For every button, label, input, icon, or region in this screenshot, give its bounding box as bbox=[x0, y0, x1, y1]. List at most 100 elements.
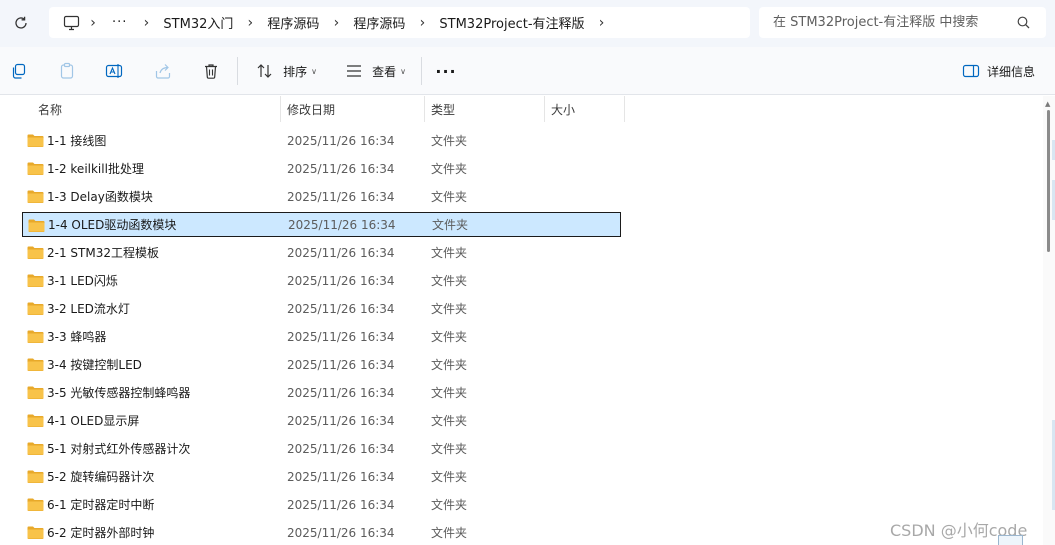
search-box[interactable] bbox=[759, 7, 1046, 38]
folder-icon bbox=[27, 134, 44, 147]
status-view-toggle[interactable] bbox=[998, 535, 1023, 545]
sort-label: 排序 bbox=[283, 64, 308, 79]
file-name: 3-1 LED闪烁 bbox=[47, 274, 118, 288]
search-input[interactable] bbox=[759, 7, 1009, 38]
folder-icon bbox=[27, 358, 44, 371]
file-type: 文件夹 bbox=[431, 302, 468, 316]
file-row[interactable]: 3-3 蜂鸣器 2025/11/26 16:34 文件夹 bbox=[22, 324, 621, 349]
file-row[interactable]: 1-4 OLED驱动函数模块 2025/11/26 16:34 文件夹 bbox=[22, 212, 621, 237]
file-type: 文件夹 bbox=[431, 246, 468, 260]
file-type: 文件夹 bbox=[431, 414, 468, 428]
search-icon[interactable] bbox=[1009, 16, 1037, 29]
breadcrumb-overflow-button[interactable]: ··· bbox=[106, 15, 133, 30]
file-type: 文件夹 bbox=[431, 386, 468, 400]
folder-icon bbox=[27, 386, 44, 399]
file-name: 1-4 OLED驱动函数模块 bbox=[48, 218, 177, 232]
rename-button[interactable] bbox=[103, 59, 127, 83]
breadcrumb-item-current[interactable]: STM32Project-有注释版 bbox=[435, 13, 588, 32]
folder-icon bbox=[27, 274, 44, 287]
file-name: 3-3 蜂鸣器 bbox=[47, 330, 107, 344]
file-name: 5-1 对射式红外传感器计次 bbox=[47, 442, 191, 456]
file-type: 文件夹 bbox=[431, 470, 468, 484]
copy-icon bbox=[12, 63, 26, 79]
file-row[interactable]: 6-1 定时器定时中断 2025/11/26 16:34 文件夹 bbox=[22, 492, 621, 517]
file-modified-date: 2025/11/26 16:34 bbox=[287, 497, 395, 512]
folder-icon bbox=[27, 190, 44, 203]
file-row[interactable]: 1-1 接线图 2025/11/26 16:34 文件夹 bbox=[22, 128, 621, 153]
file-type: 文件夹 bbox=[431, 498, 468, 512]
share-button[interactable] bbox=[151, 59, 175, 83]
more-options-button[interactable]: ··· bbox=[432, 59, 460, 83]
scroll-up-arrow-icon[interactable]: ▲ bbox=[1045, 100, 1050, 108]
file-name: 1-3 Delay函数模块 bbox=[47, 190, 153, 204]
trash-icon bbox=[205, 64, 217, 79]
chevron-right-icon[interactable]: › bbox=[237, 15, 263, 31]
file-name: 3-2 LED流水灯 bbox=[47, 302, 130, 316]
column-header-type[interactable]: 类型 bbox=[431, 96, 541, 122]
file-row[interactable]: 1-3 Delay函数模块 2025/11/26 16:34 文件夹 bbox=[22, 184, 621, 209]
file-row[interactable]: 5-1 对射式红外传感器计次 2025/11/26 16:34 文件夹 bbox=[22, 436, 621, 461]
chevron-right-icon[interactable]: › bbox=[80, 15, 106, 31]
sort-button[interactable]: 排序 ∨ bbox=[252, 59, 318, 83]
file-modified-date: 2025/11/26 16:34 bbox=[287, 329, 395, 344]
file-type: 文件夹 bbox=[431, 162, 468, 176]
address-bar[interactable]: › ··· › STM32入门 › 程序源码 › 程序源码 › STM32Pro… bbox=[49, 7, 750, 38]
share-icon bbox=[155, 64, 171, 79]
file-type: 文件夹 bbox=[431, 358, 468, 372]
chevron-right-icon[interactable]: › bbox=[133, 15, 159, 31]
file-row[interactable]: 1-2 keilkill批处理 2025/11/26 16:34 文件夹 bbox=[22, 156, 621, 181]
details-pane-label: 详细信息 bbox=[986, 64, 1035, 79]
breadcrumb-item[interactable]: 程序源码 bbox=[349, 13, 409, 32]
file-row[interactable]: 4-1 OLED显示屏 2025/11/26 16:34 文件夹 bbox=[22, 408, 621, 433]
scrollbar-thumb[interactable] bbox=[1047, 110, 1050, 252]
this-pc-icon[interactable] bbox=[62, 14, 80, 32]
file-name: 1-2 keilkill批处理 bbox=[47, 162, 144, 176]
file-modified-date: 2025/11/26 16:34 bbox=[287, 189, 395, 204]
refresh-icon bbox=[15, 16, 27, 29]
chevron-down-icon: ∨ bbox=[311, 66, 317, 76]
file-row[interactable]: 6-2 定时器外部时钟 2025/11/26 16:34 文件夹 bbox=[22, 520, 621, 545]
copy-button[interactable] bbox=[7, 59, 31, 83]
column-divider[interactable] bbox=[544, 96, 545, 122]
chevron-right-icon[interactable]: › bbox=[323, 15, 349, 31]
toolbar-divider bbox=[237, 57, 238, 85]
file-row[interactable]: 3-5 光敏传感器控制蜂鸣器 2025/11/26 16:34 文件夹 bbox=[22, 380, 621, 405]
column-header-size[interactable]: 大小 bbox=[551, 96, 621, 122]
file-name: 3-5 光敏传感器控制蜂鸣器 bbox=[47, 386, 191, 400]
file-modified-date: 2025/11/26 16:34 bbox=[288, 217, 396, 232]
file-modified-date: 2025/11/26 16:34 bbox=[287, 385, 395, 400]
column-divider[interactable] bbox=[424, 96, 425, 122]
column-divider[interactable] bbox=[280, 96, 281, 122]
file-row[interactable]: 2-1 STM32工程模板 2025/11/26 16:34 文件夹 bbox=[22, 240, 621, 265]
column-divider[interactable] bbox=[624, 96, 625, 122]
folder-icon bbox=[27, 162, 44, 175]
file-modified-date: 2025/11/26 16:34 bbox=[287, 161, 395, 176]
file-row[interactable]: 3-4 按键控制LED 2025/11/26 16:34 文件夹 bbox=[22, 352, 621, 377]
file-type: 文件夹 bbox=[431, 442, 468, 456]
delete-button[interactable] bbox=[199, 59, 223, 83]
file-type: 文件夹 bbox=[431, 274, 468, 288]
file-modified-date: 2025/11/26 16:34 bbox=[287, 441, 395, 456]
breadcrumb-item[interactable]: STM32入门 bbox=[159, 13, 237, 32]
file-type: 文件夹 bbox=[431, 134, 468, 148]
file-modified-date: 2025/11/26 16:34 bbox=[287, 273, 395, 288]
refresh-button[interactable] bbox=[8, 10, 34, 36]
column-header-date[interactable]: 修改日期 bbox=[287, 96, 422, 122]
folder-icon bbox=[27, 246, 44, 259]
view-button[interactable]: 查看 ∨ bbox=[341, 59, 407, 83]
file-row[interactable]: 3-2 LED流水灯 2025/11/26 16:34 文件夹 bbox=[22, 296, 621, 321]
sort-icon bbox=[253, 59, 277, 83]
folder-icon bbox=[27, 330, 44, 343]
paste-button[interactable] bbox=[55, 59, 79, 83]
breadcrumb-item[interactable]: 程序源码 bbox=[263, 13, 323, 32]
file-modified-date: 2025/11/26 16:34 bbox=[287, 413, 395, 428]
view-label: 查看 bbox=[372, 64, 397, 79]
folder-icon bbox=[27, 498, 44, 511]
chevron-right-icon[interactable]: › bbox=[409, 15, 435, 31]
details-pane-button[interactable]: 详细信息 bbox=[957, 59, 1037, 83]
file-row[interactable]: 5-2 旋转编码器计次 2025/11/26 16:34 文件夹 bbox=[22, 464, 621, 489]
file-row[interactable]: 3-1 LED闪烁 2025/11/26 16:34 文件夹 bbox=[22, 268, 621, 293]
column-header-name[interactable]: 名称 bbox=[38, 96, 278, 122]
chevron-right-icon[interactable]: › bbox=[589, 15, 615, 31]
file-list: ⌃ 名称 修改日期 类型 大小 1-1 接线图 2025/11/26 16:34 文… bbox=[0, 96, 1043, 545]
